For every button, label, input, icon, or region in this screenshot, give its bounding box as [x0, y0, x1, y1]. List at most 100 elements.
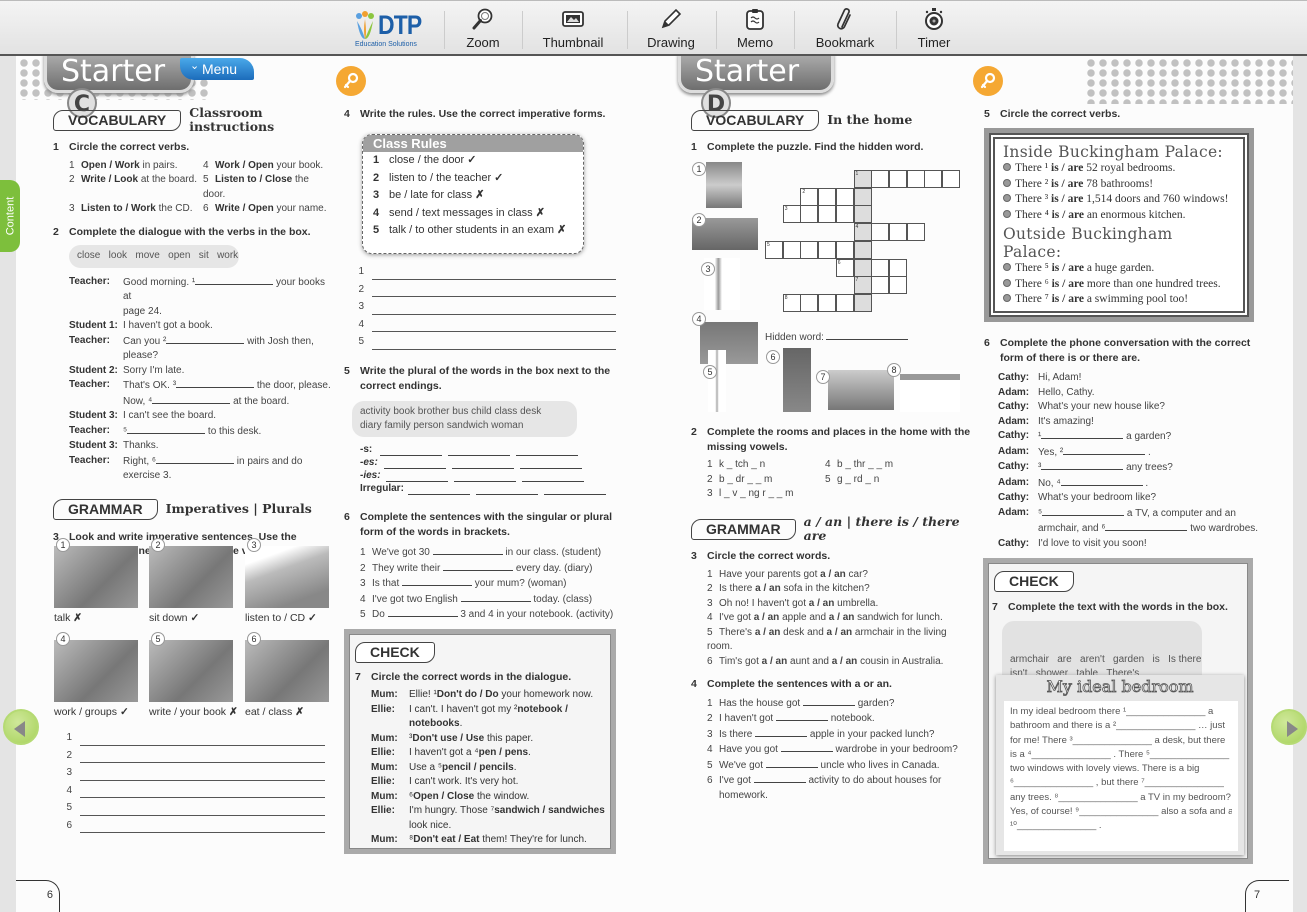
- answer-blank[interactable]: [452, 459, 514, 469]
- answer-blank[interactable]: [1042, 506, 1125, 516]
- answer-field[interactable]: [372, 340, 616, 350]
- answer-blank[interactable]: [802, 696, 855, 706]
- answer-field[interactable]: [80, 753, 325, 763]
- answer-blank[interactable]: [166, 334, 245, 344]
- word-choice[interactable]: pencil / pencils: [442, 762, 514, 773]
- crossword-cell[interactable]: [906, 170, 925, 188]
- verb-choice[interactable]: Listen to / Close: [215, 174, 292, 185]
- menu-button[interactable]: Menu: [180, 55, 254, 80]
- verb-choice[interactable]: is / are: [1052, 293, 1084, 305]
- answer-blank[interactable]: [1063, 445, 1146, 455]
- crossword-cell[interactable]: 5: [765, 240, 783, 259]
- verb-choice[interactable]: is / are: [1051, 178, 1083, 190]
- verb-choice[interactable]: Work / Open: [215, 160, 274, 171]
- thumbnail-button[interactable]: Thumbnail: [540, 7, 606, 53]
- answer-blank[interactable]: [765, 758, 818, 768]
- answer-field[interactable]: [372, 305, 616, 315]
- next-page-button[interactable]: [1271, 709, 1307, 745]
- answer-blank[interactable]: [156, 454, 235, 464]
- crossword-cell[interactable]: [888, 258, 907, 277]
- answer-blank[interactable]: [1105, 521, 1188, 531]
- answer-key-button[interactable]: [336, 66, 366, 96]
- hidden-word-field[interactable]: [825, 330, 908, 340]
- answer-field[interactable]: [80, 771, 325, 781]
- answer-blank[interactable]: [152, 394, 231, 404]
- word-choice[interactable]: a / an: [762, 656, 788, 667]
- answer-blank[interactable]: [408, 485, 470, 495]
- crossword-cell[interactable]: [835, 293, 854, 312]
- word-choice[interactable]: a / an: [754, 612, 780, 623]
- crossword-cell[interactable]: [942, 170, 960, 188]
- crossword-cell[interactable]: [853, 187, 872, 206]
- word-choice[interactable]: Don't do / Do: [437, 689, 499, 700]
- answer-blank[interactable]: [384, 459, 446, 469]
- word-choice[interactable]: notebook / notebooks: [409, 704, 568, 730]
- word-choice[interactable]: Don't use / Use: [412, 733, 484, 744]
- crossword-cell[interactable]: [835, 240, 854, 259]
- word-choice[interactable]: a / an: [820, 569, 846, 580]
- answer-field[interactable]: [80, 806, 325, 816]
- crossword-cell[interactable]: [888, 276, 907, 295]
- word-choice[interactable]: a / an: [829, 612, 855, 623]
- answer-blank[interactable]: [454, 472, 516, 482]
- answer-blank[interactable]: [775, 711, 828, 721]
- word-choice[interactable]: Don't eat / Eat: [413, 834, 479, 845]
- verb-choice[interactable]: Write / Open: [215, 203, 274, 214]
- word-choice[interactable]: sandwich / sandwiches: [494, 805, 605, 816]
- crossword-cell[interactable]: [835, 187, 854, 206]
- crossword-cell[interactable]: 6: [835, 258, 854, 277]
- drawing-button[interactable]: Drawing: [644, 7, 698, 53]
- crossword-cell[interactable]: [818, 187, 837, 206]
- word-choice[interactable]: a / an: [755, 583, 781, 594]
- answer-blank[interactable]: [443, 561, 514, 571]
- answer-field[interactable]: [80, 823, 325, 833]
- word-choice[interactable]: a / an: [755, 627, 781, 638]
- crossword-cell[interactable]: [888, 223, 907, 242]
- timer-button[interactable]: Timer: [914, 7, 954, 53]
- answer-blank[interactable]: [386, 472, 448, 482]
- answer-blank[interactable]: [387, 607, 458, 617]
- answer-blank[interactable]: [753, 773, 806, 783]
- memo-button[interactable]: Memo: [734, 7, 776, 53]
- crossword-cell[interactable]: [871, 258, 890, 277]
- crossword-cell[interactable]: [906, 223, 925, 242]
- verb-choice[interactable]: is / are: [1052, 209, 1084, 221]
- word-choice[interactable]: Open / Close: [413, 791, 474, 802]
- answer-blank[interactable]: [195, 275, 274, 285]
- answer-blank[interactable]: [402, 576, 473, 586]
- word-choice[interactable]: a / an: [827, 627, 853, 638]
- crossword-cell[interactable]: [853, 293, 872, 312]
- crossword-cell[interactable]: 3: [782, 205, 801, 224]
- answer-blank[interactable]: [380, 446, 442, 456]
- answer-blank[interactable]: [516, 446, 578, 456]
- answer-blank[interactable]: [176, 378, 255, 388]
- crossword-cell[interactable]: [853, 258, 872, 277]
- content-tab[interactable]: Content: [0, 180, 20, 252]
- verb-choice[interactable]: Open / Work: [81, 160, 140, 171]
- answer-field[interactable]: [372, 287, 616, 297]
- word-choice[interactable]: a / an: [809, 598, 835, 609]
- crossword-cell[interactable]: [800, 293, 819, 312]
- answer-blank[interactable]: [1041, 429, 1124, 439]
- crossword-cell[interactable]: [818, 293, 837, 312]
- answer-key-button[interactable]: [973, 66, 1003, 96]
- verb-choice[interactable]: is / are: [1052, 278, 1084, 290]
- answer-blank[interactable]: [544, 485, 606, 495]
- crossword-cell[interactable]: [800, 240, 819, 259]
- verb-choice[interactable]: is / are: [1052, 262, 1084, 274]
- crossword-cell[interactable]: [888, 170, 907, 188]
- answer-blank[interactable]: [780, 742, 833, 752]
- answer-field[interactable]: [80, 736, 325, 746]
- verb-choice[interactable]: is / are: [1051, 162, 1083, 174]
- crossword-cell[interactable]: [924, 170, 943, 188]
- zoom-button[interactable]: Zoom: [464, 7, 502, 53]
- answer-blank[interactable]: [520, 459, 582, 469]
- answer-blank[interactable]: [476, 485, 538, 495]
- crossword-cell[interactable]: [871, 223, 890, 242]
- word-choice[interactable]: a / an: [832, 656, 858, 667]
- crossword-cell[interactable]: [853, 240, 872, 259]
- answer-field[interactable]: [372, 270, 616, 280]
- crossword-cell[interactable]: [818, 205, 837, 224]
- verb-choice[interactable]: Write / Look: [81, 174, 138, 185]
- answer-blank[interactable]: [755, 727, 808, 737]
